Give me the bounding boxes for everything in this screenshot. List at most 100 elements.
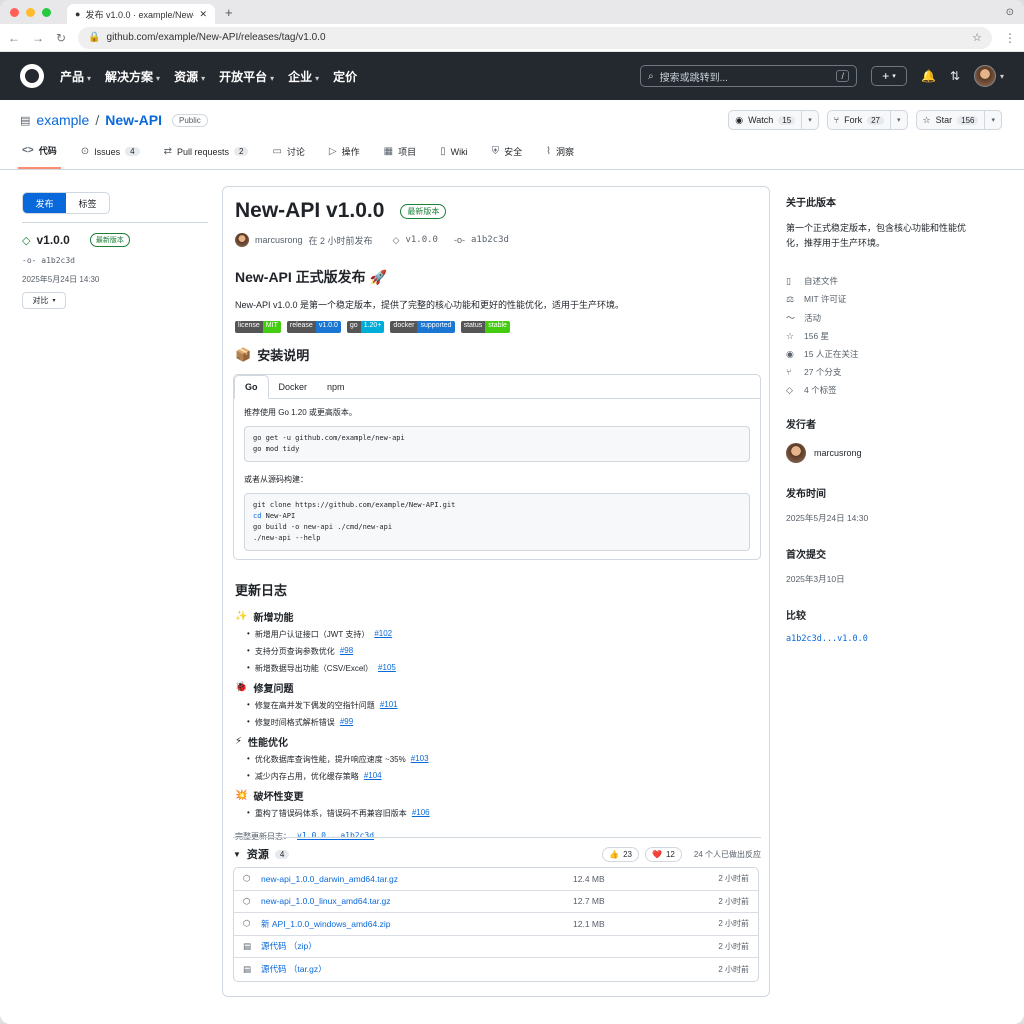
activity-link[interactable]: 〜活动 — [786, 311, 966, 324]
star-dropdown-icon[interactable]: ▾ — [985, 116, 1001, 124]
nav-item-solutions[interactable]: 解决方案 ▾ — [105, 68, 160, 85]
repo-owner-link[interactable]: example — [36, 112, 89, 128]
user-avatar[interactable] — [973, 65, 996, 87]
author-avatar[interactable] — [235, 233, 249, 247]
install-tab-go[interactable]: Go — [234, 375, 269, 399]
close-tab-icon[interactable]: ✕ — [199, 9, 207, 20]
asset-link[interactable]: 源代码 （zip） — [261, 940, 573, 952]
issue-link[interactable]: #99 — [340, 717, 353, 728]
compare-button[interactable]: 对比 ▾ — [22, 292, 66, 309]
build-code-block[interactable]: git clone https://github.com/example/New… — [244, 493, 750, 551]
changelog-heading: 更新日志 — [235, 583, 288, 598]
new-tab-button[interactable]: + — [225, 5, 233, 20]
create-new-button[interactable]: + ▾ — [870, 66, 907, 86]
status-shield[interactable]: status stable — [460, 321, 510, 333]
url-field[interactable]: 🔒 github.com/example/New-API/releases/ta… — [78, 26, 992, 49]
fork-button[interactable]: ⑂ Fork 27 ▾ — [826, 110, 908, 130]
release-tag-link[interactable]: v1.0.0 — [405, 235, 438, 245]
reaction-thumbs-up[interactable]: 👍 23 — [602, 846, 639, 862]
install-tab-npm[interactable]: npm — [317, 375, 355, 398]
go-shield[interactable]: go 1.20+ — [346, 321, 385, 333]
compare-link[interactable]: a1b2c3d...v1.0.0 — [786, 634, 966, 644]
issue-link[interactable]: #102 — [374, 629, 392, 640]
pull-requests-icon[interactable]: ⇅ — [950, 69, 960, 83]
browser-tab[interactable]: ● 发布 v1.0.0 · example/New-API ✕ — [67, 4, 215, 24]
back-icon[interactable]: ← — [8, 31, 20, 45]
release-tag[interactable]: ◇ v1.0.0 最新版本 — [22, 233, 208, 247]
tab-security[interactable]: ⛨ 安全 — [488, 144, 527, 169]
author-link[interactable]: marcusrong — [255, 235, 303, 245]
tab-pull-requests[interactable]: ⇄ Pull requests 2 — [160, 144, 253, 169]
list-item: 新增数据导出功能（CSV/Excel）#105 — [247, 663, 759, 674]
star-count: 156 — [957, 115, 979, 125]
nav-item-pricing[interactable]: 定价 — [333, 68, 357, 85]
publisher-name[interactable]: marcusrong — [814, 448, 862, 458]
nav-item-open-source[interactable]: 开放平台 ▾ — [219, 68, 274, 85]
issue-link[interactable]: #103 — [411, 754, 429, 765]
bookmark-star-icon[interactable]: ☆ — [972, 31, 982, 44]
install-code-block[interactable]: go get -u github.com/example/new-api go … — [244, 426, 750, 462]
nav-item-resources[interactable]: 资源 ▾ — [174, 68, 205, 85]
tab-wiki[interactable]: ▯ Wiki — [436, 144, 472, 169]
nav-item-products[interactable]: 产品 ▾ — [60, 68, 91, 85]
readme-link[interactable]: ▯ 自述文件 — [786, 275, 966, 287]
tab-insights[interactable]: ⌇ 洞察 — [542, 144, 578, 169]
search-input[interactable]: ⌕ 搜索或跳转到... / — [639, 65, 857, 87]
issue-link[interactable]: #98 — [340, 646, 353, 657]
tab-discussions[interactable]: ▭ 讨论 — [268, 144, 308, 169]
notifications-bell-icon[interactable]: 🔔 — [921, 69, 936, 83]
install-tab-docker[interactable]: Docker — [269, 375, 318, 398]
nav-item-enterprise[interactable]: 企业 ▾ — [288, 68, 319, 85]
maximize-window-button[interactable] — [42, 7, 51, 17]
shields-row: license MIT release v1.0.0 go 1.20+ docker s… — [235, 321, 759, 333]
forward-icon[interactable]: → — [32, 31, 44, 45]
kebab-menu-icon[interactable]: ⋮ — [1004, 31, 1016, 45]
issue-link[interactable]: #101 — [380, 700, 398, 711]
assets-toggle[interactable]: ▼ 资源 4 — [233, 846, 290, 862]
watchers-link[interactable]: ◉ 15 人正在关注 — [786, 348, 966, 360]
avatar-menu-caret-icon[interactable]: ▾ — [1000, 72, 1004, 81]
stars-link[interactable]: ☆ 156 星 — [786, 330, 966, 342]
browser-menu-icon[interactable]: ⊙ — [1006, 7, 1014, 18]
license-shield[interactable]: license MIT — [235, 321, 281, 333]
asset-link[interactable]: 源代码 （tar.gz） — [261, 963, 573, 975]
tags-toggle-button[interactable]: 标签 — [66, 193, 109, 213]
tab-actions[interactable]: ▷ 操作 — [325, 144, 364, 169]
tags-link[interactable]: ◇ 4 个标签 — [786, 384, 966, 396]
release-commit[interactable]: -o- a1b2c3d — [22, 256, 208, 265]
tag-icon: ◇ — [392, 234, 400, 245]
star-button[interactable]: ☆ Star 156 ▾ — [915, 110, 1002, 130]
fork-dropdown-icon[interactable]: ▾ — [891, 116, 907, 124]
github-logo-icon[interactable] — [20, 64, 44, 88]
pull-request-icon: ⇄ — [163, 146, 172, 157]
watch-button[interactable]: ◉ Watch 15 ▾ — [728, 110, 819, 130]
close-window-button[interactable] — [10, 7, 19, 17]
issue-link[interactable]: #105 — [378, 663, 396, 674]
repo-header: ▤ example / New-API Public ◉ Watch 15 ▾ ⑂ F… — [0, 100, 1024, 170]
minimize-window-button[interactable] — [26, 7, 35, 17]
asset-link[interactable]: new-api_1.0.0_darwin_amd64.tar.gz — [261, 874, 573, 884]
publisher[interactable]: marcusrong — [786, 443, 966, 463]
shield-icon: ⛨ — [491, 146, 500, 157]
tab-code[interactable]: <> 代码 — [18, 144, 61, 169]
release-shield[interactable]: release v1.0.0 — [286, 321, 341, 333]
watch-dropdown-icon[interactable]: ▾ — [802, 116, 818, 124]
asset-link[interactable]: new-api_1.0.0_linux_amd64.tar.gz — [261, 896, 573, 906]
repo-title-separator: / — [95, 112, 100, 128]
tab-projects[interactable]: ▦ 项目 — [380, 144, 420, 169]
reaction-heart[interactable]: ❤️ 12 — [645, 846, 682, 862]
reload-icon[interactable]: ↻ — [56, 31, 66, 45]
releases-toggle-button[interactable]: 发布 — [23, 193, 66, 213]
issue-link[interactable]: #106 — [412, 808, 430, 819]
issue-link[interactable]: #104 — [364, 771, 382, 782]
release-card: New-API v1.0.0 最新版本 marcusrong 在 2 小时前发布… — [222, 186, 770, 997]
asset-link[interactable]: 新 API_1.0.0_windows_amd64.zip — [261, 918, 573, 930]
license-link[interactable]: ⚖ MIT 许可证 — [786, 293, 966, 305]
docker-shield[interactable]: docker supported — [390, 321, 455, 333]
publisher-avatar[interactable] — [786, 443, 806, 463]
search-icon: ⌕ — [647, 70, 654, 82]
release-commit-link[interactable]: a1b2c3d — [471, 235, 509, 245]
tab-issues[interactable]: ⊙ Issues 4 — [77, 144, 144, 169]
forks-link[interactable]: ⑂ 27 个分支 — [786, 366, 966, 378]
repo-name-link[interactable]: New-API — [105, 112, 162, 128]
